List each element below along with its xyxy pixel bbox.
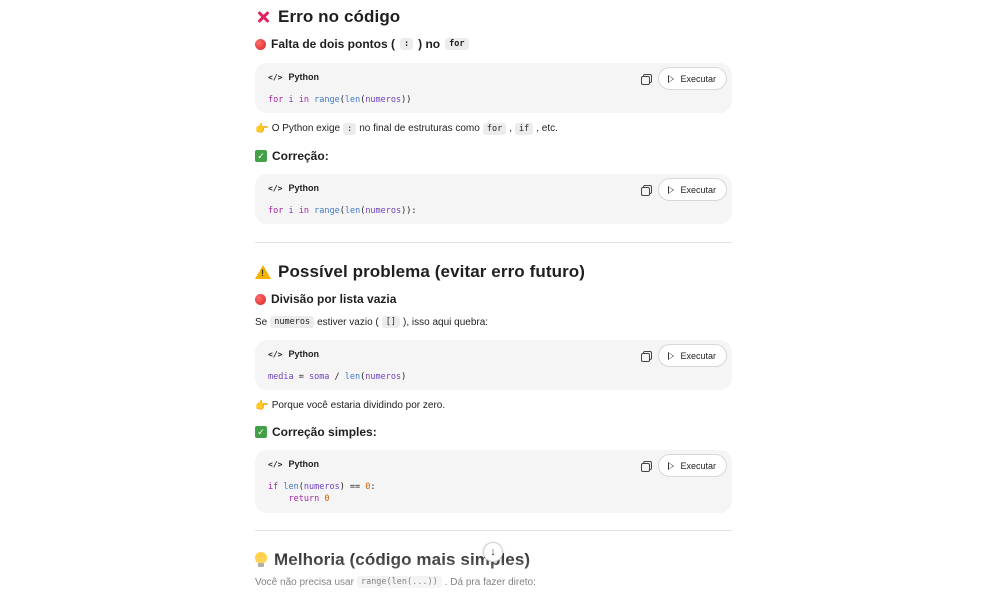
code-language-label: Python [288,72,319,82]
code-content: media = soma / len(numeros) [268,372,407,382]
copy-icon[interactable] [641,185,652,196]
play-icon [668,461,675,470]
code-language-label: Python [288,349,319,359]
pointing-hand-icon: 👉 [255,123,269,135]
run-button[interactable]: Executar [658,178,727,201]
check-mark-icon: ✓ [255,150,267,162]
run-button[interactable]: Executar [658,454,727,477]
inline-code: : [400,38,414,50]
code-icon: </> [268,349,283,359]
code-block: </> Python Executar for i in range(len(n… [255,63,732,113]
note-text: 👉 Porque você estaria dividindo por zero… [255,400,446,412]
pointing-hand-icon: 👉 [255,400,269,412]
subheading-correction: ✓ Correção: [255,149,329,163]
light-bulb-icon [255,552,267,568]
code-language-label: Python [288,459,319,469]
code-block: </> Python Executar for i in range(len(n… [255,174,732,224]
code-language-label: Python [288,183,319,193]
check-mark-icon: ✓ [255,426,267,438]
section-heading-error: Erro no código [255,7,400,27]
section-heading-warning: ! Possível problema (evitar erro futuro) [255,262,585,282]
red-circle-icon [255,293,266,305]
code-content: if len(numeros) == 0: return 0 [268,482,376,504]
run-button[interactable]: Executar [658,67,727,90]
red-circle-icon [255,38,266,50]
paragraph-text: Se numeros estiver vazio ([]), isso aqui… [255,316,489,328]
arrow-down-icon: ↓ [490,546,496,558]
subheading-empty-list: Divisão por lista vazia [255,292,396,306]
run-button[interactable]: Executar [658,344,727,367]
code-icon: </> [268,183,283,193]
inline-code: for [445,38,469,50]
code-block-header: </> Python [268,459,319,469]
code-block: </> Python Executar media = soma / len(n… [255,340,732,390]
code-block-header: </> Python [268,72,319,82]
note-text: 👉 O Python exige : no final de estrutura… [255,122,558,135]
code-block: </> Python Executar if len(numeros) == 0… [255,450,732,513]
play-icon [668,351,675,360]
code-content: for i in range(len(numeros)) [268,95,412,105]
paragraph-text: Você não precisa usar range(len(...)) . … [255,576,536,588]
divider [255,530,732,531]
subheading-simple-correction: ✓ Correção simples: [255,425,377,439]
code-icon: </> [268,459,283,469]
code-icon: </> [268,72,283,82]
copy-icon[interactable] [641,74,652,85]
copy-icon[interactable] [641,351,652,362]
scroll-down-button[interactable]: ↓ [483,542,503,562]
code-block-header: </> Python [268,183,319,193]
code-content: for i in range(len(numeros)): [268,206,417,216]
copy-icon[interactable] [641,461,652,472]
code-block-header: </> Python [268,349,319,359]
subheading-missing-colon: Falta de dois pontos ( : ) no for [255,37,469,51]
play-icon [668,74,675,83]
divider [255,242,732,243]
warning-icon: ! [255,265,271,279]
play-icon [668,185,675,194]
cross-mark-icon [255,9,271,25]
